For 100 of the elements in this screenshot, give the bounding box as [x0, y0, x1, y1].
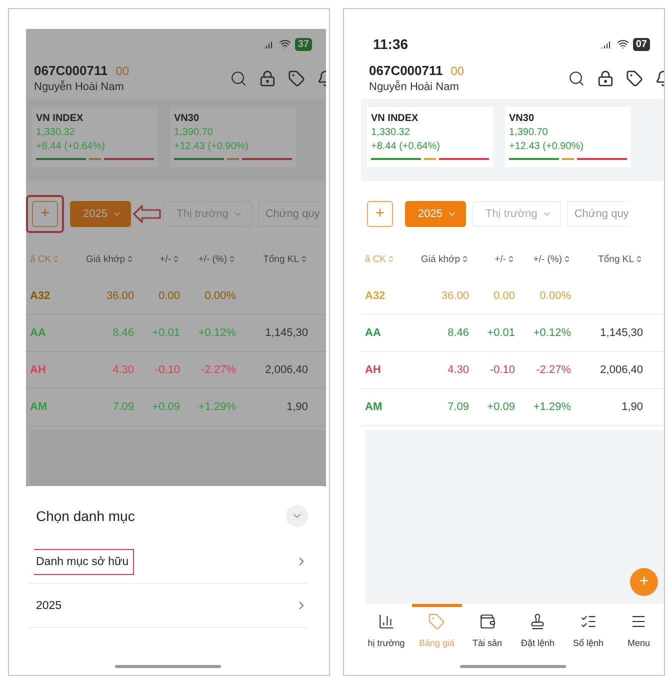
column-header[interactable]: +/-	[134, 254, 180, 264]
account-number: 067C000711	[369, 63, 443, 78]
total-volume: 2,006,40	[599, 364, 643, 376]
sort-icon	[300, 255, 308, 263]
column-header[interactable]: Tổng KL	[571, 254, 643, 264]
tag-icon[interactable]	[288, 70, 305, 86]
menu-icon	[630, 613, 648, 630]
index-card[interactable]: VN30 1,390.70 +12.43 (+0.90%)	[170, 107, 296, 167]
match-price: 4.30	[446, 364, 469, 376]
sort-icon	[461, 255, 469, 263]
nav-tab[interactable]: Đặt lệnh	[512, 604, 563, 656]
lock-icon[interactable]	[259, 70, 276, 86]
price-change: 0.00	[492, 290, 515, 302]
stock-symbol: AA	[365, 327, 382, 339]
sort-icon	[172, 255, 180, 263]
price-change: -0.10	[488, 364, 515, 376]
column-header[interactable]: Giá khớp	[70, 254, 134, 264]
percent-change: -2.27%	[535, 364, 571, 376]
watchlist-dropdown[interactable]: 2025	[405, 201, 466, 227]
nav-tab[interactable]: Sổ lệnh	[563, 604, 614, 656]
price-change: 0.00	[158, 290, 180, 302]
sort-icon	[635, 255, 643, 263]
column-header[interactable]: Giá khớp	[405, 254, 469, 264]
index-card[interactable]: VN INDEX 1,330.32 +8.44 (+0.64%)	[32, 107, 158, 167]
index-name: VN30	[509, 113, 536, 124]
sort-icon	[52, 255, 60, 263]
percent-change: +1.29%	[197, 401, 236, 413]
stock-symbol: AM	[30, 401, 48, 413]
wallet-icon	[478, 613, 496, 630]
match-price: 36.00	[440, 290, 469, 302]
index-change: +8.44 (+0.64%)	[36, 141, 106, 152]
match-price: 7.09	[112, 401, 134, 413]
index-name: VN INDEX	[36, 113, 84, 124]
index-change: +12.43 (+0.90%)	[509, 141, 584, 152]
sub-account: 00	[450, 64, 464, 78]
match-price: 36.00	[105, 290, 134, 302]
column-header[interactable]: +/-	[469, 254, 515, 264]
sort-icon	[563, 255, 571, 263]
stock-symbol: AH	[30, 364, 47, 376]
account-name: Nguyễn Hoài Nam	[369, 81, 460, 93]
battery-icon: 37	[294, 38, 312, 50]
lock-icon[interactable]	[597, 70, 614, 86]
search-icon[interactable]	[568, 70, 585, 86]
column-header[interactable]: Tổng KL	[236, 254, 308, 264]
stock-row[interactable]: AH 4.30 -0.10 -2.27% 2,006,40	[361, 352, 664, 389]
percent-change: 0.00%	[204, 290, 236, 302]
account-number: 067C000711	[34, 63, 108, 78]
stock-row[interactable]: AM 7.09 +0.09 +1.29% 1,90	[26, 389, 326, 426]
sort-icon	[228, 255, 236, 263]
sort-icon	[126, 255, 134, 263]
total-volume: 1,145,30	[599, 327, 643, 339]
nav-tab[interactable]: hị trường	[361, 604, 412, 656]
price-change: +0.01	[151, 327, 180, 339]
stock-symbol: AH	[365, 364, 382, 376]
index-value: 1,330.32	[36, 127, 76, 138]
nav-tab[interactable]: Menu	[614, 604, 664, 656]
index-card[interactable]: VN INDEX 1,330.32 +8.44 (+0.64%)	[367, 107, 493, 167]
account-name: Nguyễn Hoài Nam	[34, 81, 125, 93]
percent-change: +0.12%	[197, 327, 236, 339]
percent-change: +1.29%	[532, 401, 571, 413]
warrant-filter[interactable]: Chứng quy	[567, 201, 629, 227]
item-label: 2025	[35, 598, 63, 614]
column-header[interactable]: +/- (%)	[180, 254, 236, 264]
percent-change: -2.27%	[200, 364, 236, 376]
stock-row[interactable]: AA 8.46 +0.01 +0.12% 1,145,30	[26, 315, 326, 352]
stock-symbol: AA	[30, 327, 47, 339]
stamp-icon	[529, 613, 546, 630]
sort-icon	[387, 255, 396, 263]
price-change: +0.01	[486, 327, 515, 339]
search-icon[interactable]	[230, 70, 247, 86]
match-price: 8.46	[112, 327, 134, 339]
battery-icon: 07	[632, 38, 650, 50]
index-value: 1,390.70	[509, 127, 549, 138]
index-value: 1,330.32	[371, 127, 411, 138]
stock-row[interactable]: AA 8.46 +0.01 +0.12% 1,145,30	[361, 315, 664, 352]
stock-row[interactable]: AH 4.30 -0.10 -2.27% 2,006,40	[26, 352, 326, 389]
status-time: 11:36	[373, 36, 408, 52]
match-price: 7.09	[446, 401, 469, 413]
total-volume: 1,90	[286, 401, 308, 413]
match-price: 4.30	[112, 364, 134, 376]
index-name: VN INDEX	[371, 113, 420, 124]
match-price: 8.46	[446, 327, 469, 339]
sort-icon	[507, 255, 515, 263]
column-header[interactable]: +/- (%)	[515, 254, 571, 264]
index-value: 1,390.70	[174, 127, 214, 138]
index-name: VN30	[174, 113, 200, 124]
index-change: +8.44 (+0.64%)	[371, 141, 441, 152]
nav-tab[interactable]: Tài sản	[462, 604, 512, 656]
sheet-title: Chọn danh mục	[35, 508, 135, 524]
index-card[interactable]: VN30 1,390.70 +12.43 (+0.90%)	[505, 107, 631, 167]
stock-row[interactable]: AM 7.09 +0.09 +1.29% 1,90	[361, 389, 664, 426]
sub-account: 00	[116, 64, 130, 78]
percent-change: 0.00%	[538, 290, 571, 302]
tag-icon[interactable]	[626, 70, 643, 86]
checklist-icon	[580, 613, 597, 630]
price-change: +0.09	[486, 401, 515, 413]
stock-symbol: A32	[30, 290, 52, 302]
total-volume: 1,145,30	[264, 327, 308, 339]
index-change: +12.43 (+0.90%)	[174, 141, 250, 152]
percent-change: +0.12%	[532, 327, 571, 339]
